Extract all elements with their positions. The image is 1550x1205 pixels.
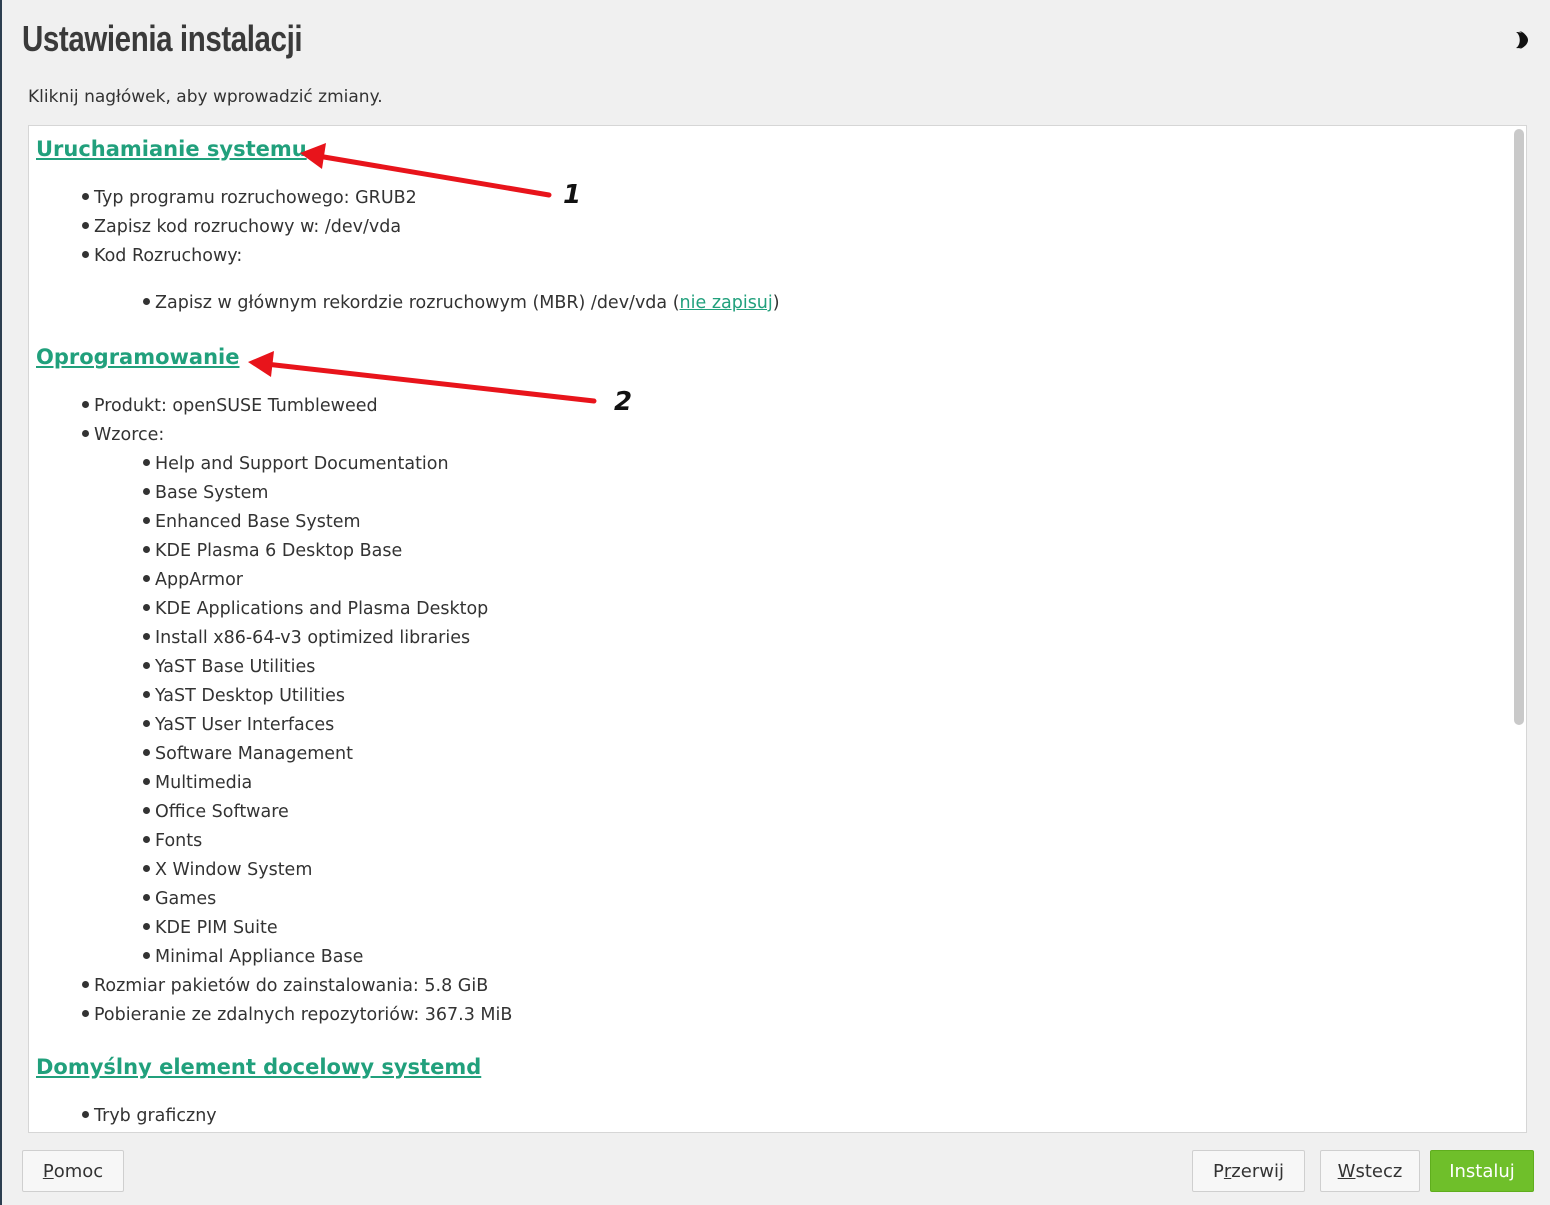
- heading-software[interactable]: Oprogramowanie: [36, 345, 240, 369]
- pattern-item: KDE Plasma 6 Desktop Base: [143, 541, 402, 561]
- installation-summary-panel: Uruchamianie systemu Typ programu rozruc…: [28, 125, 1527, 1133]
- heading-boot[interactable]: Uruchamianie systemu: [36, 137, 307, 161]
- pattern-item: Install x86-64-v3 optimized libraries: [143, 628, 470, 648]
- heading-systemd-target[interactable]: Domyślny element docelowy systemd: [36, 1055, 481, 1079]
- list-item: Kod Rozruchowy:: [82, 246, 242, 266]
- pattern-item: X Window System: [143, 860, 312, 880]
- pattern-item: AppArmor: [143, 570, 243, 590]
- vertical-scrollbar[interactable]: [1514, 129, 1524, 1129]
- pattern-item: Multimedia: [143, 773, 252, 793]
- list-item: Tryb graficzny: [82, 1106, 217, 1126]
- scrollbar-thumb[interactable]: [1514, 129, 1524, 725]
- pattern-item: Software Management: [143, 744, 353, 764]
- pattern-item: YaST User Interfaces: [143, 715, 334, 735]
- back-button[interactable]: Wstecz: [1320, 1150, 1420, 1192]
- list-item: Produkt: openSUSE Tumbleweed: [82, 396, 378, 416]
- page-title: Ustawienia instalacji: [22, 18, 303, 59]
- pattern-item: YaST Base Utilities: [143, 657, 315, 677]
- list-item-mbr: Zapisz w głównym rekordzie rozruchowym (…: [143, 293, 780, 313]
- pattern-item: Office Software: [143, 802, 289, 822]
- pattern-item: Minimal Appliance Base: [143, 947, 363, 967]
- install-button[interactable]: Instaluj: [1430, 1150, 1534, 1192]
- abort-button[interactable]: Pr zerwij: [1192, 1150, 1305, 1192]
- instructions-text: Kliknij nagłówek, aby wprowadzić zmiany.: [28, 87, 383, 107]
- list-item: Wzorce:: [82, 425, 164, 445]
- list-item: Rozmiar pakietów do zainstalowania: 5.8 …: [82, 976, 488, 996]
- pattern-item: Games: [143, 889, 216, 909]
- window-edge: [0, 0, 2, 1205]
- pattern-item: Enhanced Base System: [143, 512, 361, 532]
- help-button[interactable]: Pomoc: [22, 1150, 124, 1192]
- half-moon-icon: [1516, 31, 1528, 49]
- pattern-item: Help and Support Documentation: [143, 454, 449, 474]
- do-not-write-link[interactable]: nie zapisuj: [680, 293, 773, 313]
- pattern-item: KDE Applications and Plasma Desktop: [143, 599, 488, 619]
- list-item: Zapisz kod rozruchowy w: /dev/vda: [82, 217, 401, 237]
- pattern-item: Base System: [143, 483, 268, 503]
- pattern-item: Fonts: [143, 831, 202, 851]
- pattern-item: KDE PIM Suite: [143, 918, 278, 938]
- list-item: Pobieranie ze zdalnych repozytoriów: 367…: [82, 1005, 512, 1025]
- theme-toggle-button[interactable]: [1508, 28, 1532, 52]
- list-item: Typ programu rozruchowego: GRUB2: [82, 188, 417, 208]
- pattern-item: YaST Desktop Utilities: [143, 686, 345, 706]
